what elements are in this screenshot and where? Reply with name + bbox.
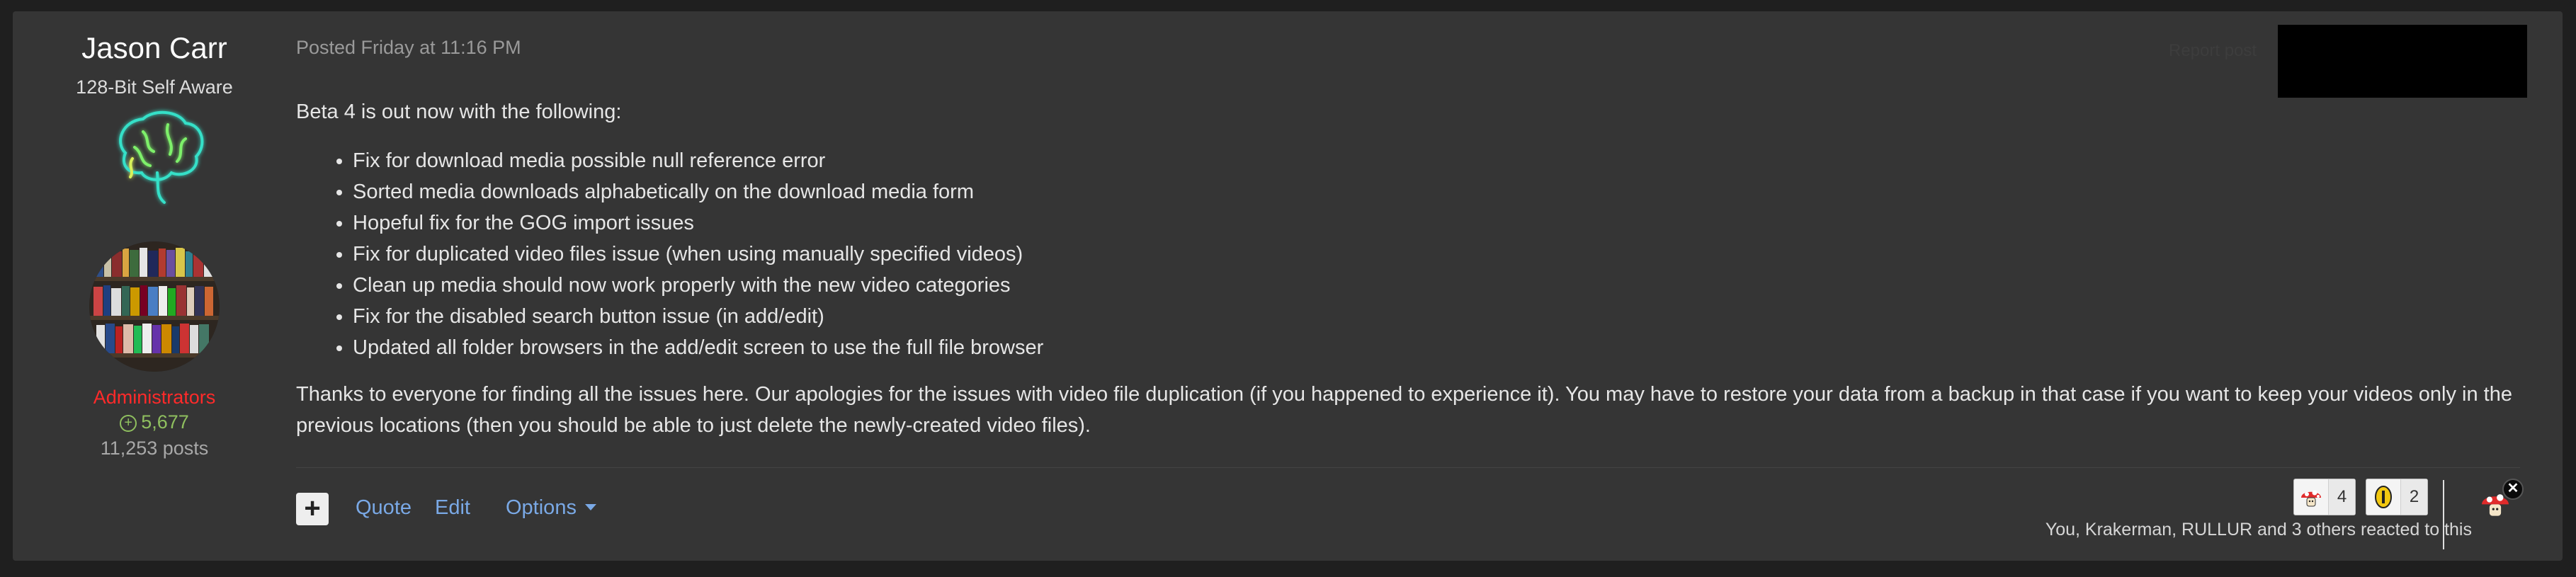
reaction-summary[interactable]: You, Krakerman, RULLUR and 3 others reac… [2009, 520, 2472, 540]
post-count: 11,253 posts [100, 438, 209, 459]
list-item: Fix for the disabled search button issue… [353, 301, 2520, 332]
list-item: Sorted media downloads alphabetically on… [353, 176, 2520, 207]
mushroom-icon [2294, 479, 2328, 515]
author-title: 128-Bit Self Aware [76, 76, 233, 98]
post-closing: Thanks to everyone for finding all the i… [296, 383, 2512, 437]
reputation-plus-icon: + [120, 415, 137, 432]
caret-down-icon [584, 504, 596, 510]
reputation-value: 5,677 [141, 411, 189, 433]
remove-reaction-close-icon[interactable]: ✕ [2502, 479, 2524, 500]
author-panel: Jason Carr 128-Bit Self Aware Administra… [13, 11, 296, 561]
list-item: Updated all folder browsers in the add/e… [353, 332, 2520, 363]
reaction-count: 2 [2400, 479, 2427, 515]
post-date[interactable]: Posted Friday at 11:16 PM [296, 37, 521, 59]
reaction-separator [2443, 480, 2444, 549]
post-intro: Beta 4 is out now with the following: [296, 101, 622, 123]
author-group: Administrators [93, 387, 216, 408]
reaction-count: 4 [2328, 479, 2355, 515]
post-divider [296, 467, 2520, 468]
post-body: Beta 4 is out now with the following: Fi… [296, 96, 2520, 441]
list-item: Fix for duplicated video files issue (wh… [353, 239, 2520, 270]
reaction-mushroom[interactable]: 4 [2293, 479, 2356, 515]
changes-list: Fix for download media possible null ref… [353, 145, 2520, 363]
reputation: +5,677 [13, 411, 296, 433]
reaction-coin[interactable]: 2 [2366, 479, 2428, 515]
list-item: Hopeful fix for the GOG import issues [353, 207, 2520, 239]
edit-button[interactable]: Edit [435, 496, 470, 520]
options-label: Options [506, 496, 577, 519]
author-name[interactable]: Jason Carr [13, 31, 296, 65]
redacted-block [2278, 25, 2527, 98]
coin-icon [2366, 479, 2400, 515]
list-item: Fix for download media possible null ref… [353, 145, 2520, 176]
neon-brain-icon [101, 103, 214, 210]
report-post-link[interactable]: Report post [2169, 41, 2257, 61]
forum-post: Jason Carr 128-Bit Self Aware Administra… [13, 11, 2563, 561]
list-item: Clean up media should now work properly … [353, 270, 2520, 301]
options-button[interactable]: Options [506, 496, 596, 520]
multiquote-button[interactable]: + [296, 493, 329, 525]
avatar[interactable] [89, 241, 220, 372]
post-content: Posted Friday at 11:16 PM Report post Be… [296, 11, 2548, 561]
quote-button[interactable]: Quote [356, 496, 412, 520]
